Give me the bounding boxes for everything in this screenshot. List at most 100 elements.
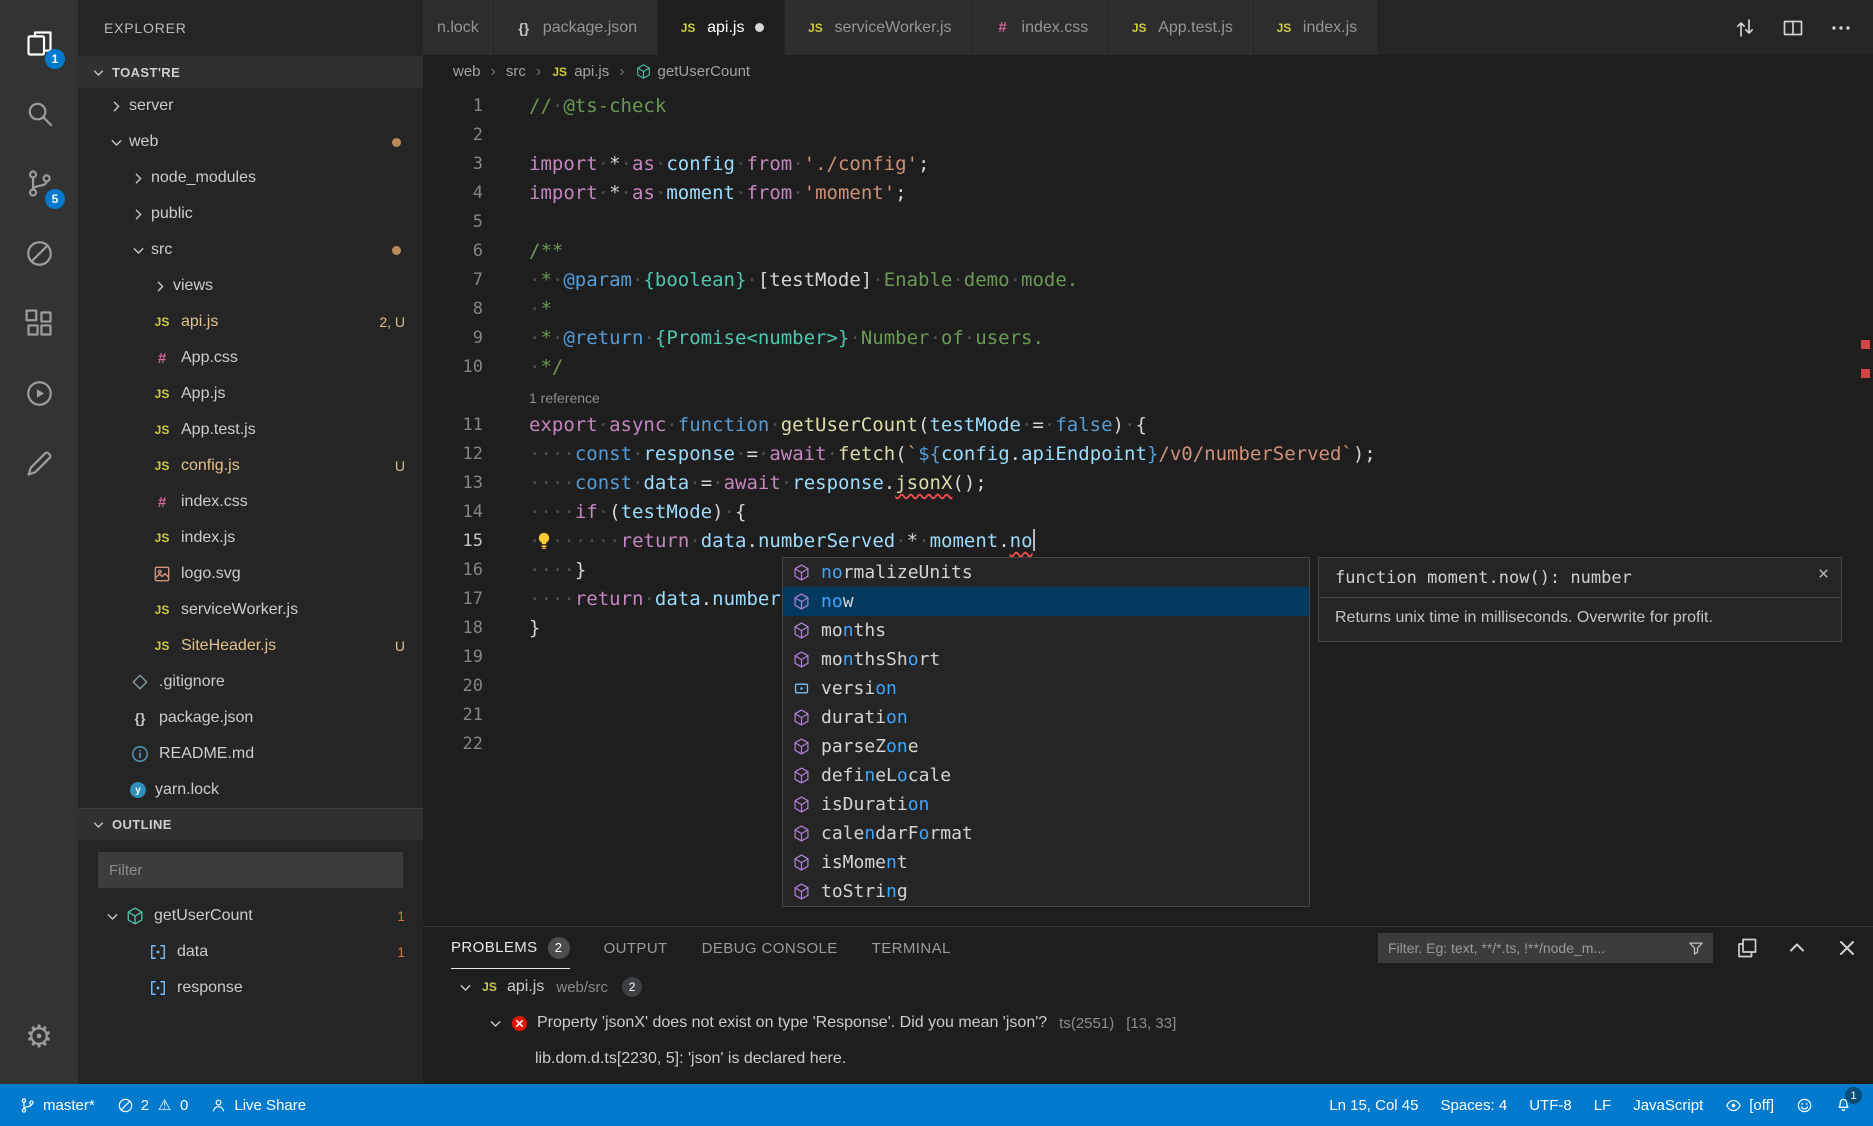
breadcrumb-src[interactable]: src bbox=[506, 63, 526, 80]
tree-item-SiteHeader.js[interactable]: JSSiteHeader.jsU bbox=[78, 628, 423, 664]
tree-item-App.css[interactable]: #App.css bbox=[78, 340, 423, 376]
outline-filter-input[interactable] bbox=[98, 852, 403, 888]
status-notifications[interactable]: 1 bbox=[1824, 1084, 1863, 1126]
status-indentation[interactable]: Spaces: 4 bbox=[1429, 1084, 1518, 1126]
split-editor-icon[interactable] bbox=[1781, 16, 1805, 40]
tree-item-yarn.lock[interactable]: yyarn.lock bbox=[78, 772, 423, 808]
close-icon[interactable] bbox=[1816, 566, 1831, 581]
suggestion-duration[interactable]: duration bbox=[783, 703, 1309, 732]
codelens-reference[interactable]: 1 reference bbox=[529, 382, 1873, 411]
code-line-2[interactable]: 2 bbox=[423, 121, 1873, 150]
activity-settings[interactable]: ⚙ bbox=[0, 1002, 78, 1072]
activity-search[interactable] bbox=[0, 78, 78, 148]
tree-item-config.js[interactable]: JSconfig.jsU bbox=[78, 448, 423, 484]
panel-tab-debug-console[interactable]: DEBUG CONSOLE bbox=[702, 927, 838, 969]
close-icon[interactable] bbox=[1835, 936, 1859, 960]
status-problems[interactable]: 2⚠0 bbox=[106, 1084, 200, 1126]
status-eol[interactable]: LF bbox=[1583, 1084, 1623, 1126]
tab-api.js[interactable]: JSapi.js bbox=[658, 0, 785, 55]
outline-item-data[interactable]: data1 bbox=[78, 934, 423, 970]
activity-explorer[interactable]: 1 bbox=[0, 8, 78, 78]
activity-extensions[interactable] bbox=[0, 288, 78, 358]
tab-index.css[interactable]: #index.css bbox=[973, 0, 1110, 55]
stacked-panels-icon[interactable] bbox=[1735, 936, 1759, 960]
activity-run[interactable] bbox=[0, 358, 78, 428]
code-line-12[interactable]: 12····const·response·=·await·fetch(`${co… bbox=[423, 440, 1873, 469]
code-line-8[interactable]: 8·* bbox=[423, 295, 1873, 324]
status-branch[interactable]: master* bbox=[8, 1084, 106, 1126]
suggestion-now[interactable]: now bbox=[783, 587, 1309, 616]
suggestion-parseZone[interactable]: parseZone bbox=[783, 732, 1309, 761]
code-line-11[interactable]: 11export·async·function·getUserCount(tes… bbox=[423, 411, 1873, 440]
status-live-share[interactable]: Live Share bbox=[199, 1084, 317, 1126]
compare-changes-icon[interactable] bbox=[1733, 16, 1757, 40]
code-line-1[interactable]: 1//·@ts-check bbox=[423, 92, 1873, 121]
tree-item-public[interactable]: public bbox=[78, 196, 423, 232]
suggestion-normalizeUnits[interactable]: normalizeUnits bbox=[783, 558, 1309, 587]
suggestion-months[interactable]: months bbox=[783, 616, 1309, 645]
panel-tab-terminal[interactable]: TERMINAL bbox=[872, 927, 951, 969]
tree-item-node_modules[interactable]: node_modules bbox=[78, 160, 423, 196]
code-line-15[interactable]: 15········return·data.numberServed·*·mom… bbox=[423, 527, 1873, 556]
tab-serviceWorker.js[interactable]: JSserviceWorker.js bbox=[785, 0, 972, 55]
breadcrumb-getUserCount[interactable]: getUserCount bbox=[635, 63, 751, 80]
code-line-13[interactable]: 13····const·data·=·await·response.jsonX(… bbox=[423, 469, 1873, 498]
tree-item-App.test.js[interactable]: JSApp.test.js bbox=[78, 412, 423, 448]
code-line-9[interactable]: 9·*·@return·{Promise<number>}·Number·of·… bbox=[423, 324, 1873, 353]
tab-index.js[interactable]: JSindex.js bbox=[1254, 0, 1378, 55]
suggestion-monthsShort[interactable]: monthsShort bbox=[783, 645, 1309, 674]
panel-tab-problems[interactable]: PROBLEMS2 bbox=[451, 927, 570, 969]
activity-edit[interactable] bbox=[0, 428, 78, 498]
suggestion-version[interactable]: version bbox=[783, 674, 1309, 703]
outline-section-header[interactable]: OUTLINE bbox=[78, 808, 423, 840]
code-line-5[interactable]: 5 bbox=[423, 208, 1873, 237]
status-language-mode[interactable]: JavaScript bbox=[1622, 1084, 1714, 1126]
tree-item-server[interactable]: server bbox=[78, 88, 423, 124]
activity-debug[interactable] bbox=[0, 218, 78, 288]
code-line-3[interactable]: 3import·*·as·config·from·'./config'; bbox=[423, 150, 1873, 179]
code-line-10[interactable]: 10·*/ bbox=[423, 353, 1873, 382]
tree-item-logo.svg[interactable]: logo.svg bbox=[78, 556, 423, 592]
panel-tab-output[interactable]: OUTPUT bbox=[604, 927, 668, 969]
code-line-14[interactable]: 14····if·(testMode)·{ bbox=[423, 498, 1873, 527]
code-line-4[interactable]: 4import·*·as·moment·from·'moment'; bbox=[423, 179, 1873, 208]
problem-row-error[interactable]: Property 'jsonX' does not exist on type … bbox=[423, 1005, 1873, 1041]
tree-item-web[interactable]: web bbox=[78, 124, 423, 160]
status-cursor-position[interactable]: Ln 15, Col 45 bbox=[1318, 1084, 1429, 1126]
suggestion-toString[interactable]: toString bbox=[783, 877, 1309, 906]
tree-item-index.css[interactable]: #index.css bbox=[78, 484, 423, 520]
status-feedback[interactable] bbox=[1785, 1084, 1824, 1126]
suggestion-isMoment[interactable]: isMoment bbox=[783, 848, 1309, 877]
funnel-icon[interactable] bbox=[1687, 939, 1705, 957]
tree-item-App.js[interactable]: JSApp.js bbox=[78, 376, 423, 412]
outline-item-response[interactable]: response bbox=[78, 970, 423, 1006]
tab-n.lock[interactable]: n.lock bbox=[423, 0, 494, 55]
status-blame-toggle[interactable]: [off] bbox=[1714, 1084, 1785, 1126]
tree-item-views[interactable]: views bbox=[78, 268, 423, 304]
project-section-header[interactable]: TOAST'RE bbox=[78, 56, 423, 88]
tree-item-src[interactable]: src bbox=[78, 232, 423, 268]
lightbulb-icon[interactable] bbox=[533, 529, 555, 553]
dirty-indicator[interactable] bbox=[755, 23, 764, 32]
tree-item-.gitignore[interactable]: .gitignore bbox=[78, 664, 423, 700]
tree-item-index.js[interactable]: JSindex.js bbox=[78, 520, 423, 556]
problem-row-file[interactable]: JSapi.jsweb/src2 bbox=[423, 969, 1873, 1005]
status-encoding[interactable]: UTF-8 bbox=[1518, 1084, 1583, 1126]
breadcrumb-web[interactable]: web bbox=[453, 63, 481, 80]
activity-source-control[interactable]: 5 bbox=[0, 148, 78, 218]
code-line-7[interactable]: 7·*·@param·{boolean}·[testMode]·Enable·d… bbox=[423, 266, 1873, 295]
tree-item-README.md[interactable]: README.md bbox=[78, 736, 423, 772]
tree-item-api.js[interactable]: JSapi.js2, U bbox=[78, 304, 423, 340]
tree-item-serviceWorker.js[interactable]: JSserviceWorker.js bbox=[78, 592, 423, 628]
more-actions-icon[interactable] bbox=[1829, 16, 1853, 40]
suggestion-calendarFormat[interactable]: calendarFormat bbox=[783, 819, 1309, 848]
problem-row-related[interactable]: lib.dom.d.ts[2230, 5]: 'json' is declare… bbox=[423, 1041, 1873, 1077]
tab-package.json[interactable]: {}package.json bbox=[494, 0, 658, 55]
code-line-6[interactable]: 6/** bbox=[423, 237, 1873, 266]
chevron-up-icon[interactable] bbox=[1785, 936, 1809, 960]
suggestion-isDuration[interactable]: isDuration bbox=[783, 790, 1309, 819]
tree-item-package.json[interactable]: {}package.json bbox=[78, 700, 423, 736]
outline-item-getUserCount[interactable]: getUserCount1 bbox=[78, 898, 423, 934]
breadcrumb-api.js[interactable]: JSapi.js bbox=[551, 63, 609, 80]
problems-filter-input[interactable] bbox=[1388, 940, 1687, 956]
